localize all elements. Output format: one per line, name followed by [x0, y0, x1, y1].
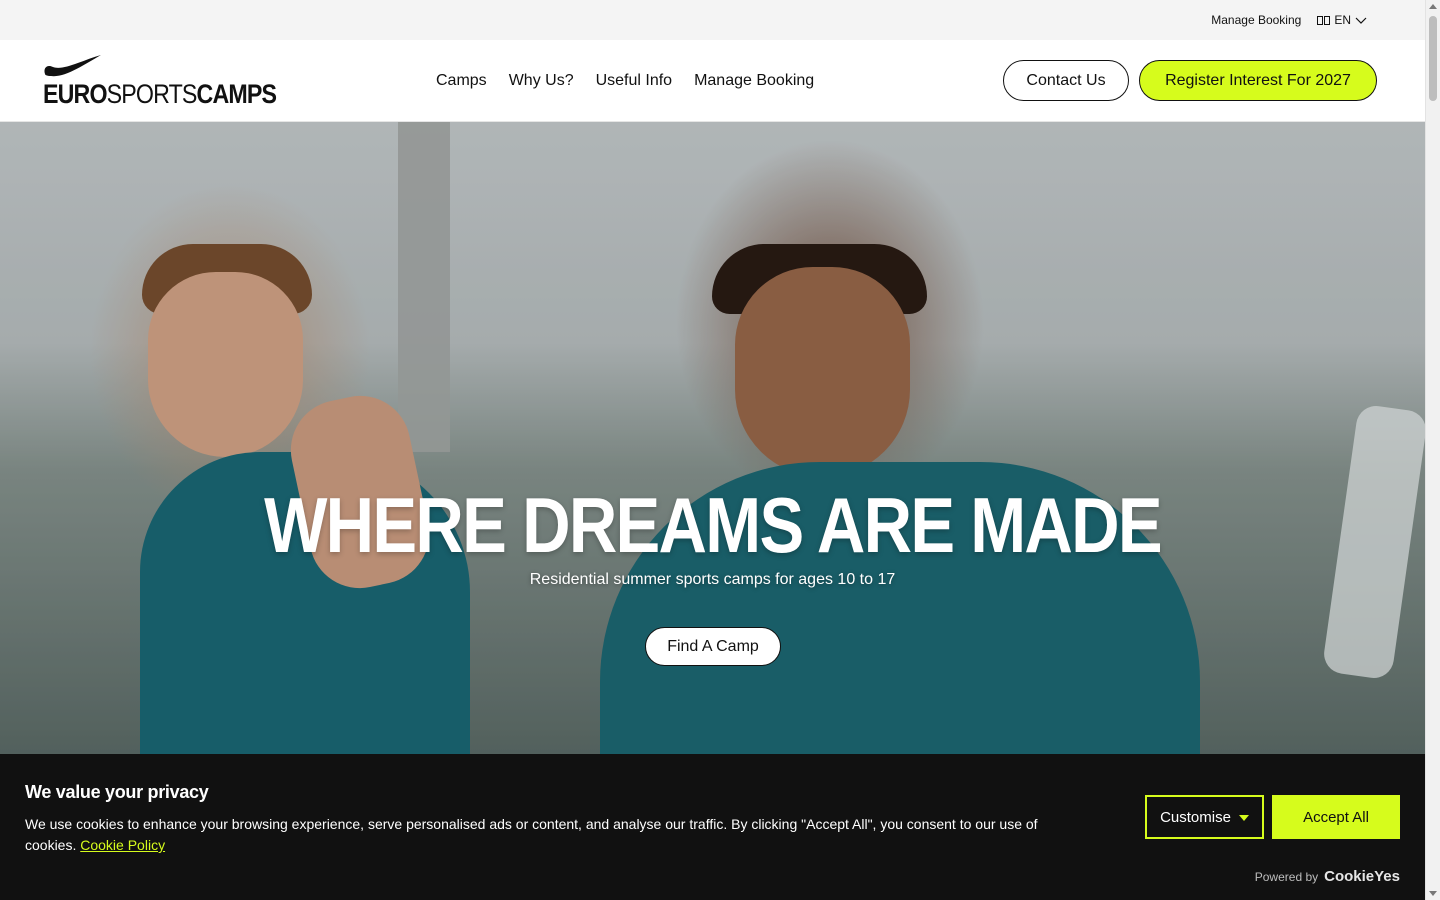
caret-down-icon: [1238, 815, 1249, 821]
language-selector[interactable]: EN: [1317, 13, 1367, 27]
customise-button[interactable]: Customise: [1145, 795, 1264, 839]
hero-title: WHERE DREAMS ARE MADE: [264, 481, 1163, 569]
utility-manage-booking-link[interactable]: Manage Booking: [1211, 13, 1301, 27]
hero-banner: WHERE DREAMS ARE MADE Residential summer…: [0, 122, 1425, 754]
scrollbar-thumb[interactable]: [1429, 16, 1437, 101]
powered-by: Powered by CookieYes: [1255, 868, 1400, 885]
find-a-camp-button[interactable]: Find A Camp: [645, 627, 781, 666]
swoosh-logo-icon: [44, 55, 101, 77]
flag-icon: [1317, 15, 1331, 25]
scroll-down-arrow-icon[interactable]: [1429, 891, 1437, 896]
page-scrollbar[interactable]: [1425, 0, 1440, 900]
nav-item-why-us[interactable]: Why Us?: [509, 72, 574, 90]
cookie-text: We use cookies to enhance your browsing …: [25, 816, 1038, 853]
contact-us-button[interactable]: Contact Us: [1003, 60, 1129, 101]
powered-by-label: Powered by: [1254, 870, 1319, 884]
logo-wordmark: EUROSPORTSCAMPS: [43, 79, 277, 109]
accept-all-button[interactable]: Accept All: [1272, 795, 1400, 839]
hero-subtitle: Residential summer sports camps for ages…: [529, 571, 896, 588]
nav-item-camps[interactable]: Camps: [436, 72, 487, 90]
cookieyes-logo[interactable]: CookieYes: [1324, 868, 1400, 885]
main-nav: Camps Why Us? Useful Info Manage Booking: [436, 40, 814, 122]
cookie-description: We use cookies to enhance your browsing …: [25, 814, 1075, 856]
site-header: EUROSPORTSCAMPS Camps Why Us? Useful Inf…: [0, 40, 1425, 122]
nav-item-useful-info[interactable]: Useful Info: [596, 72, 672, 90]
register-interest-button[interactable]: Register Interest For 2027: [1139, 60, 1377, 101]
chevron-down-icon: [1355, 17, 1367, 24]
scroll-up-arrow-icon[interactable]: [1429, 4, 1437, 9]
utility-bar: Manage Booking EN: [0, 0, 1425, 40]
cookie-title: We value your privacy: [25, 782, 209, 802]
language-label: EN: [1334, 13, 1351, 27]
site-logo[interactable]: EUROSPORTSCAMPS: [43, 54, 277, 108]
nav-item-manage-booking[interactable]: Manage Booking: [694, 72, 814, 90]
cookie-consent-banner: We value your privacy We use cookies to …: [0, 754, 1425, 900]
cookie-policy-link[interactable]: Cookie Policy: [80, 837, 165, 853]
customise-label: Customise: [1160, 808, 1231, 826]
